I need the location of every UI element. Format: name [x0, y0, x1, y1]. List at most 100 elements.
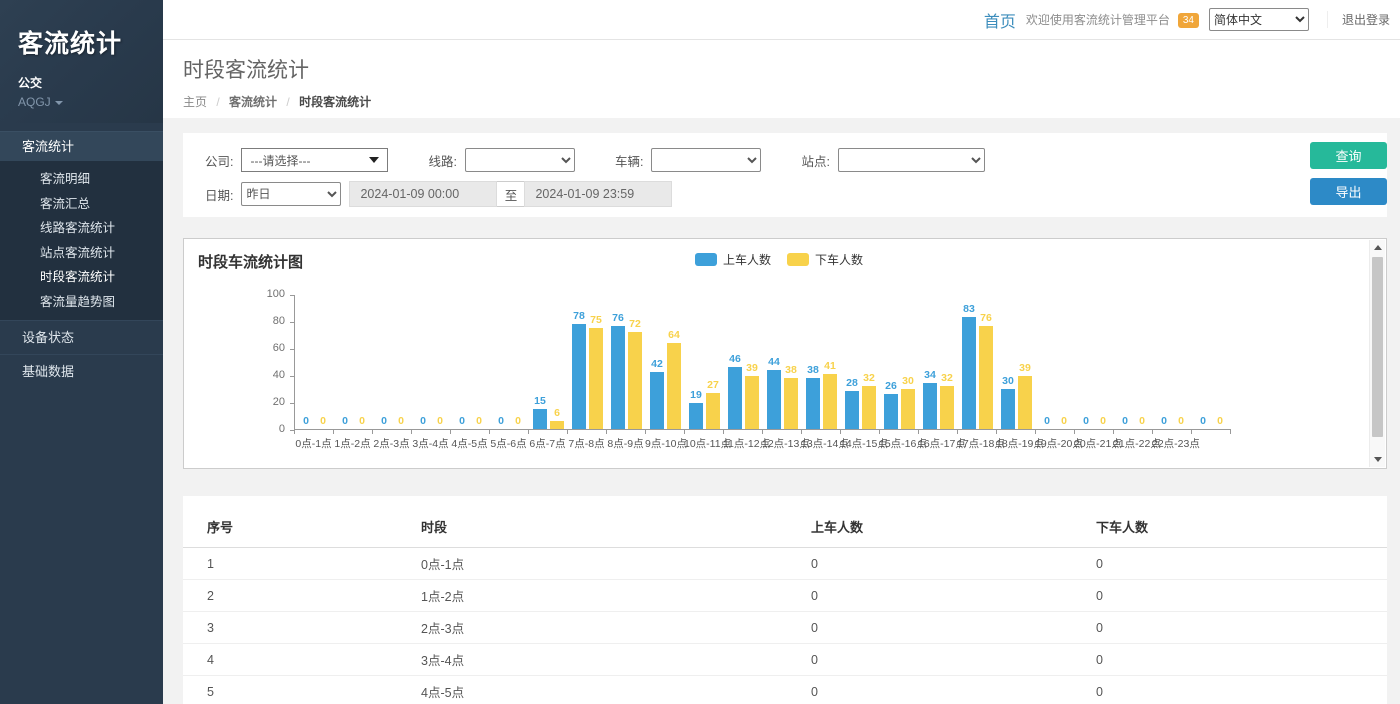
scrollbar-down-arrow[interactable]: [1370, 452, 1385, 467]
sidebar-subitem[interactable]: 线路客流统计: [0, 216, 163, 241]
sidebar-subitem[interactable]: 站点客流统计: [0, 241, 163, 266]
bar-value-label: 28: [846, 377, 858, 389]
bar-group: 00: [412, 294, 451, 429]
table-cell: 0点-1点: [408, 548, 798, 580]
table-cell: 0: [1083, 580, 1387, 612]
line-label: 线路:: [428, 151, 456, 170]
bar: [628, 332, 642, 429]
chart-legend: 上车人数 下车人数: [198, 251, 1360, 268]
bar: [611, 326, 625, 429]
bar-wrap: 0: [1118, 415, 1132, 429]
page-title: 时段客流统计: [183, 54, 1400, 84]
bar: [689, 403, 703, 429]
main-area: 首页 欢迎使用客流统计管理平台 34 简体中文 退出登录 时段客流统计 主页 /…: [163, 0, 1400, 704]
date-from-input[interactable]: 2024-01-09 00:00: [349, 181, 497, 207]
chart-panel: 时段车流统计图 上车人数 下车人数 0204060801000000000000…: [183, 238, 1387, 469]
bar-group: 4438: [763, 294, 802, 429]
x-axis-label: 18点-19点: [996, 436, 1035, 451]
x-axis-label: 14点-15点: [840, 436, 879, 451]
sidebar-subitem[interactable]: 客流量趋势图: [0, 290, 163, 315]
bar: [823, 374, 837, 429]
date-preset-select[interactable]: 昨日: [241, 182, 341, 206]
bar-wrap: 41: [823, 360, 837, 429]
bar-wrap: 30: [1001, 375, 1015, 430]
date-to-input[interactable]: 2024-01-09 23:59: [524, 181, 672, 207]
bar-wrap: 0: [1057, 415, 1071, 429]
sidebar-submenu: 客流明细客流汇总线路客流统计站点客流统计时段客流统计客流量趋势图: [0, 161, 163, 320]
filter-panel: 公司: ---请选择--- 线路: 车辆: 站点: 日期: 昨日 2024-01…: [183, 133, 1387, 217]
bar-group: 1927: [685, 294, 724, 429]
bar-group: 00: [334, 294, 373, 429]
table-cell: 0: [798, 612, 1083, 644]
notification-badge[interactable]: 34: [1178, 13, 1199, 28]
export-button[interactable]: 导出: [1310, 178, 1387, 205]
app-logo-title: 客流统计: [18, 24, 163, 60]
scrollbar-up-arrow[interactable]: [1370, 240, 1385, 255]
welcome-text: 欢迎使用客流统计管理平台: [1026, 11, 1170, 28]
sidebar-subitem[interactable]: 时段客流统计: [0, 265, 163, 290]
logout-link[interactable]: 退出登录: [1327, 11, 1390, 28]
y-axis-label: 0: [251, 423, 285, 435]
table-cell: 4点-5点: [408, 676, 798, 704]
table-cell: 0: [798, 580, 1083, 612]
caret-down-icon: [55, 101, 63, 105]
org-name: 公交: [18, 74, 163, 91]
bar-value-label: 0: [1061, 415, 1067, 427]
bar-value-label: 0: [381, 415, 387, 427]
sidebar-subitem[interactable]: 客流明细: [0, 167, 163, 192]
x-axis-label: 12点-13点: [762, 436, 801, 451]
x-axis-label: 4点-5点: [450, 436, 489, 451]
legend-item-alighting[interactable]: 下车人数: [787, 251, 863, 268]
sidebar-item-device-status[interactable]: 设备状态: [0, 320, 163, 354]
station-select[interactable]: [838, 148, 985, 172]
bar-value-label: 30: [902, 375, 914, 387]
bar-group: 00: [1075, 294, 1114, 429]
x-axis-label: 3点-4点: [411, 436, 450, 451]
bar-wrap: 32: [940, 372, 954, 429]
table-row: 21点-2点00: [183, 580, 1387, 612]
chart-scrollbar[interactable]: [1369, 240, 1385, 467]
action-buttons: 查询 导出: [1310, 142, 1387, 205]
line-select[interactable]: [465, 148, 575, 172]
company-select[interactable]: ---请选择---: [241, 148, 388, 172]
bar-wrap: 32: [862, 372, 876, 429]
query-button[interactable]: 查询: [1310, 142, 1387, 169]
bar-wrap: 0: [1079, 415, 1093, 429]
sidebar-item-passenger-stats[interactable]: 客流统计: [0, 131, 163, 161]
bar-wrap: 72: [628, 318, 642, 429]
table-cell: 0: [798, 644, 1083, 676]
bar: [533, 409, 547, 429]
bar-value-label: 0: [1100, 415, 1106, 427]
col-header-boarding: 上车人数: [798, 508, 1083, 548]
sidebar-menu: 客流统计 客流明细客流汇总线路客流统计站点客流统计时段客流统计客流量趋势图 设备…: [0, 131, 163, 388]
bar-value-label: 0: [498, 415, 504, 427]
x-axis-label: 8点-9点: [606, 436, 645, 451]
bar: [884, 394, 898, 429]
bar-value-label: 39: [1019, 362, 1031, 374]
bar-value-label: 27: [707, 379, 719, 391]
breadcrumb-home[interactable]: 主页: [183, 95, 207, 109]
bar-wrap: 15: [533, 395, 547, 429]
bar-value-label: 38: [807, 364, 819, 376]
bar-value-label: 0: [1217, 415, 1223, 427]
breadcrumb-parent[interactable]: 客流统计: [229, 95, 277, 109]
vehicle-select[interactable]: [651, 148, 761, 172]
language-select[interactable]: 简体中文: [1209, 8, 1309, 31]
scrollbar-thumb[interactable]: [1372, 257, 1383, 437]
bar-wrap: 0: [394, 415, 408, 429]
bar-value-label: 44: [768, 356, 780, 368]
bar-value-label: 46: [729, 353, 741, 365]
bar-wrap: 38: [806, 364, 820, 429]
org-code-dropdown[interactable]: AQGJ: [18, 95, 163, 109]
topbar-right: 首页 欢迎使用客流统计管理平台 34 简体中文 退出登录: [984, 8, 1390, 32]
bar: [784, 378, 798, 429]
sidebar-item-base-data[interactable]: 基础数据: [0, 354, 163, 388]
bar-value-label: 0: [1161, 415, 1167, 427]
sidebar-subitem[interactable]: 客流汇总: [0, 192, 163, 217]
legend-item-boarding[interactable]: 上车人数: [695, 251, 771, 268]
bar-wrap: 0: [355, 415, 369, 429]
bar-wrap: 0: [1040, 415, 1054, 429]
home-link[interactable]: 首页: [984, 8, 1016, 32]
bar-wrap: 30: [901, 375, 915, 430]
bar: [901, 389, 915, 430]
